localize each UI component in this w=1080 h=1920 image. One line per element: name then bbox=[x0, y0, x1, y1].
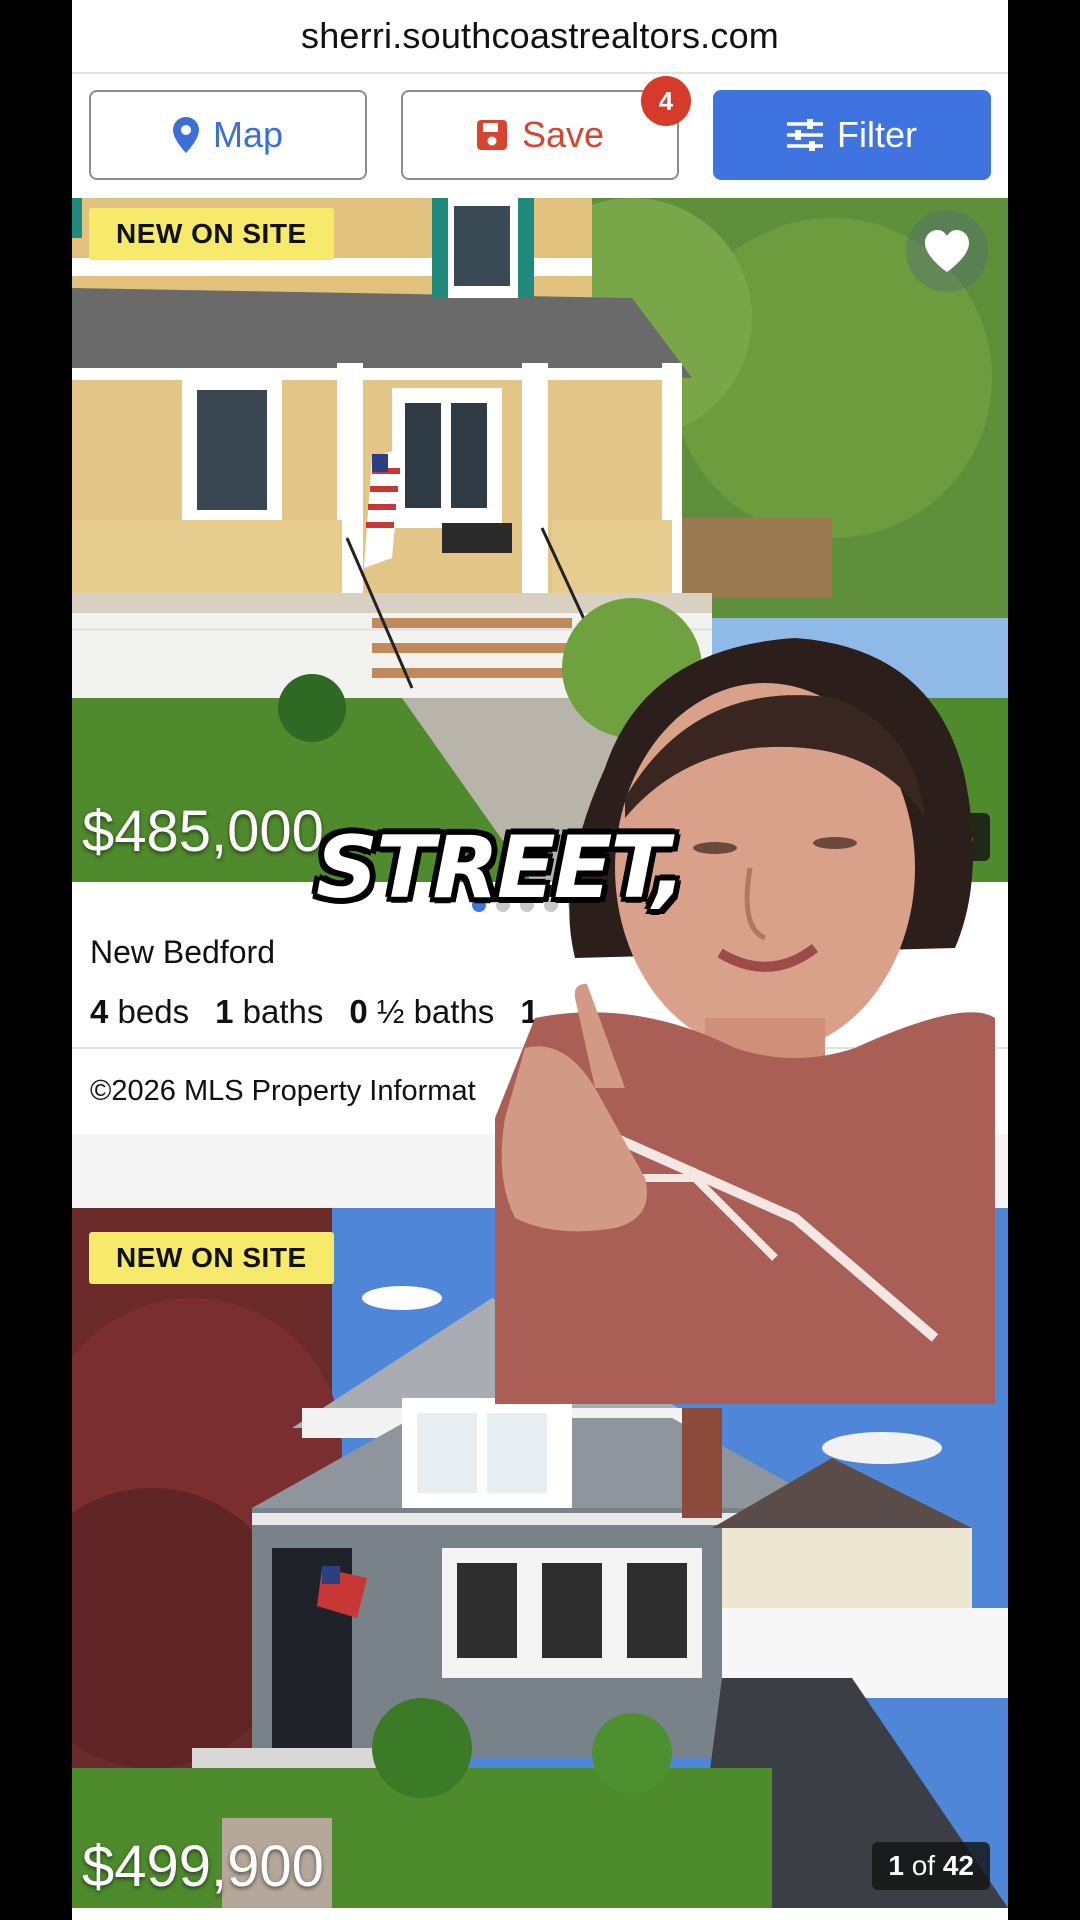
map-button[interactable]: Map bbox=[89, 90, 367, 180]
favorite-button[interactable] bbox=[906, 210, 988, 292]
save-label: Save bbox=[521, 114, 605, 155]
photo-counter-total: 42 bbox=[942, 1850, 974, 1881]
photo-counter-index: 1 bbox=[888, 1850, 904, 1881]
filter-label: Filter bbox=[837, 114, 917, 155]
video-caption: STREET, bbox=[316, 818, 686, 918]
save-button[interactable]: Save 4 bbox=[401, 76, 691, 180]
beds-fact: 4 beds bbox=[90, 993, 190, 1030]
map-label: Map bbox=[212, 114, 284, 155]
sliders-icon bbox=[787, 119, 823, 151]
listing-toolbar: Map Save 4 Filter bbox=[72, 74, 1008, 198]
listing-1-price: $485,000 bbox=[82, 799, 324, 864]
filter-button[interactable]: Filter bbox=[713, 90, 991, 180]
photo-counter: 1 of 42 bbox=[872, 1842, 990, 1890]
new-on-site-tag: NEW ON SITE bbox=[89, 1232, 334, 1284]
floppy-disk-icon bbox=[476, 120, 507, 150]
map-pin-icon bbox=[172, 117, 199, 153]
half-baths-fact: 0 ½ baths bbox=[349, 993, 495, 1030]
listing-2-price: $499,900 bbox=[82, 1834, 324, 1899]
baths-fact: 1 baths bbox=[215, 993, 324, 1030]
address-bar[interactable]: sherri.southcoastrealtors.com bbox=[72, 0, 1008, 74]
saved-count-badge: 4 bbox=[641, 76, 691, 126]
heart-icon bbox=[925, 230, 969, 272]
new-on-site-tag: NEW ON SITE bbox=[89, 208, 334, 260]
presenter-video-overlay bbox=[495, 638, 995, 1404]
url-text: sherri.southcoastrealtors.com bbox=[301, 15, 779, 56]
video-frame: sherri.southcoastrealtors.com Map Save 4… bbox=[0, 0, 1080, 1920]
photo-counter-of: of bbox=[911, 1850, 936, 1881]
